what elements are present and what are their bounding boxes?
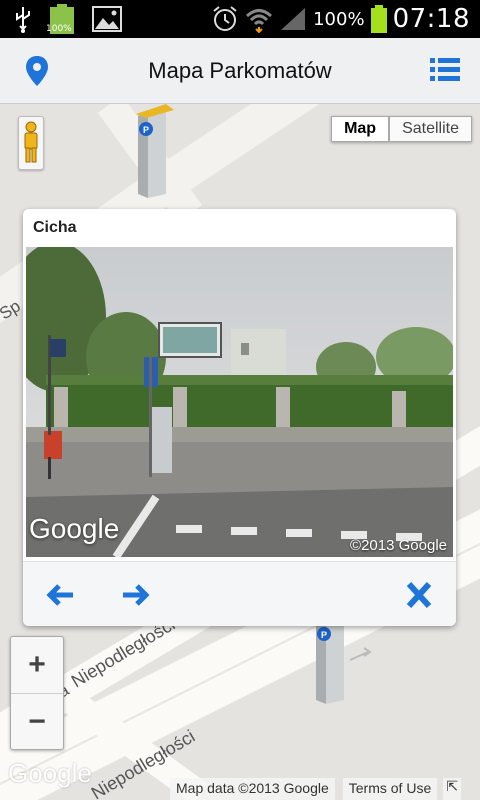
map-type-map-button[interactable]: Map	[331, 116, 390, 142]
zoom-control: + −	[10, 636, 64, 750]
battery-full-icon: 100%	[46, 4, 74, 34]
map-data-label: Map data ©2013 Google	[170, 778, 335, 800]
alarm-icon	[213, 6, 237, 31]
signal-icon	[281, 8, 306, 30]
page-title: Mapa Parkomatów	[148, 58, 332, 83]
battery-icon	[370, 5, 387, 33]
status-bar: 100% 100% 07:18	[0, 0, 480, 38]
usb-icon	[16, 7, 30, 33]
zoom-in-button[interactable]: +	[11, 637, 63, 693]
battery-percent: 100%	[313, 8, 365, 30]
map-type-satellite-button[interactable]: Satellite	[389, 116, 472, 142]
pegman-icon	[24, 121, 38, 163]
google-logo: Google	[8, 758, 92, 788]
clock: 07:18	[392, 4, 470, 34]
action-bar: Mapa Parkomatów	[0, 38, 480, 104]
list-icon[interactable]	[430, 56, 460, 84]
map-attribution: Map data ©2013 Google Terms of Use ⇱	[170, 778, 462, 800]
info-window-title: Cicha	[33, 219, 77, 236]
close-icon[interactable]	[403, 580, 435, 610]
gallery-icon	[92, 6, 122, 32]
zoom-out-button[interactable]: −	[11, 693, 63, 749]
battery-small-label: 100%	[46, 24, 72, 34]
terms-of-use-link[interactable]: Terms of Use	[342, 778, 438, 800]
info-window: Cicha Google ©2013 Google	[23, 209, 456, 626]
streetview-google-logo: Google	[29, 513, 120, 544]
street-view-image[interactable]: Google ©2013 Google	[26, 247, 453, 557]
svg-text:P: P	[143, 125, 149, 135]
info-window-footer	[23, 561, 456, 626]
map-type-control: Map Satellite	[331, 116, 472, 142]
arrow-left-icon[interactable]	[45, 580, 77, 610]
wifi-icon	[246, 9, 273, 33]
svg-text:P: P	[321, 630, 327, 640]
pegman-button[interactable]	[18, 116, 44, 170]
parking-meter-marker[interactable]: P	[316, 622, 344, 704]
expand-corner-icon[interactable]: ⇱	[443, 778, 462, 800]
streetview-copyright: ©2013 Google	[350, 537, 447, 554]
arrow-right-icon[interactable]	[119, 580, 151, 610]
